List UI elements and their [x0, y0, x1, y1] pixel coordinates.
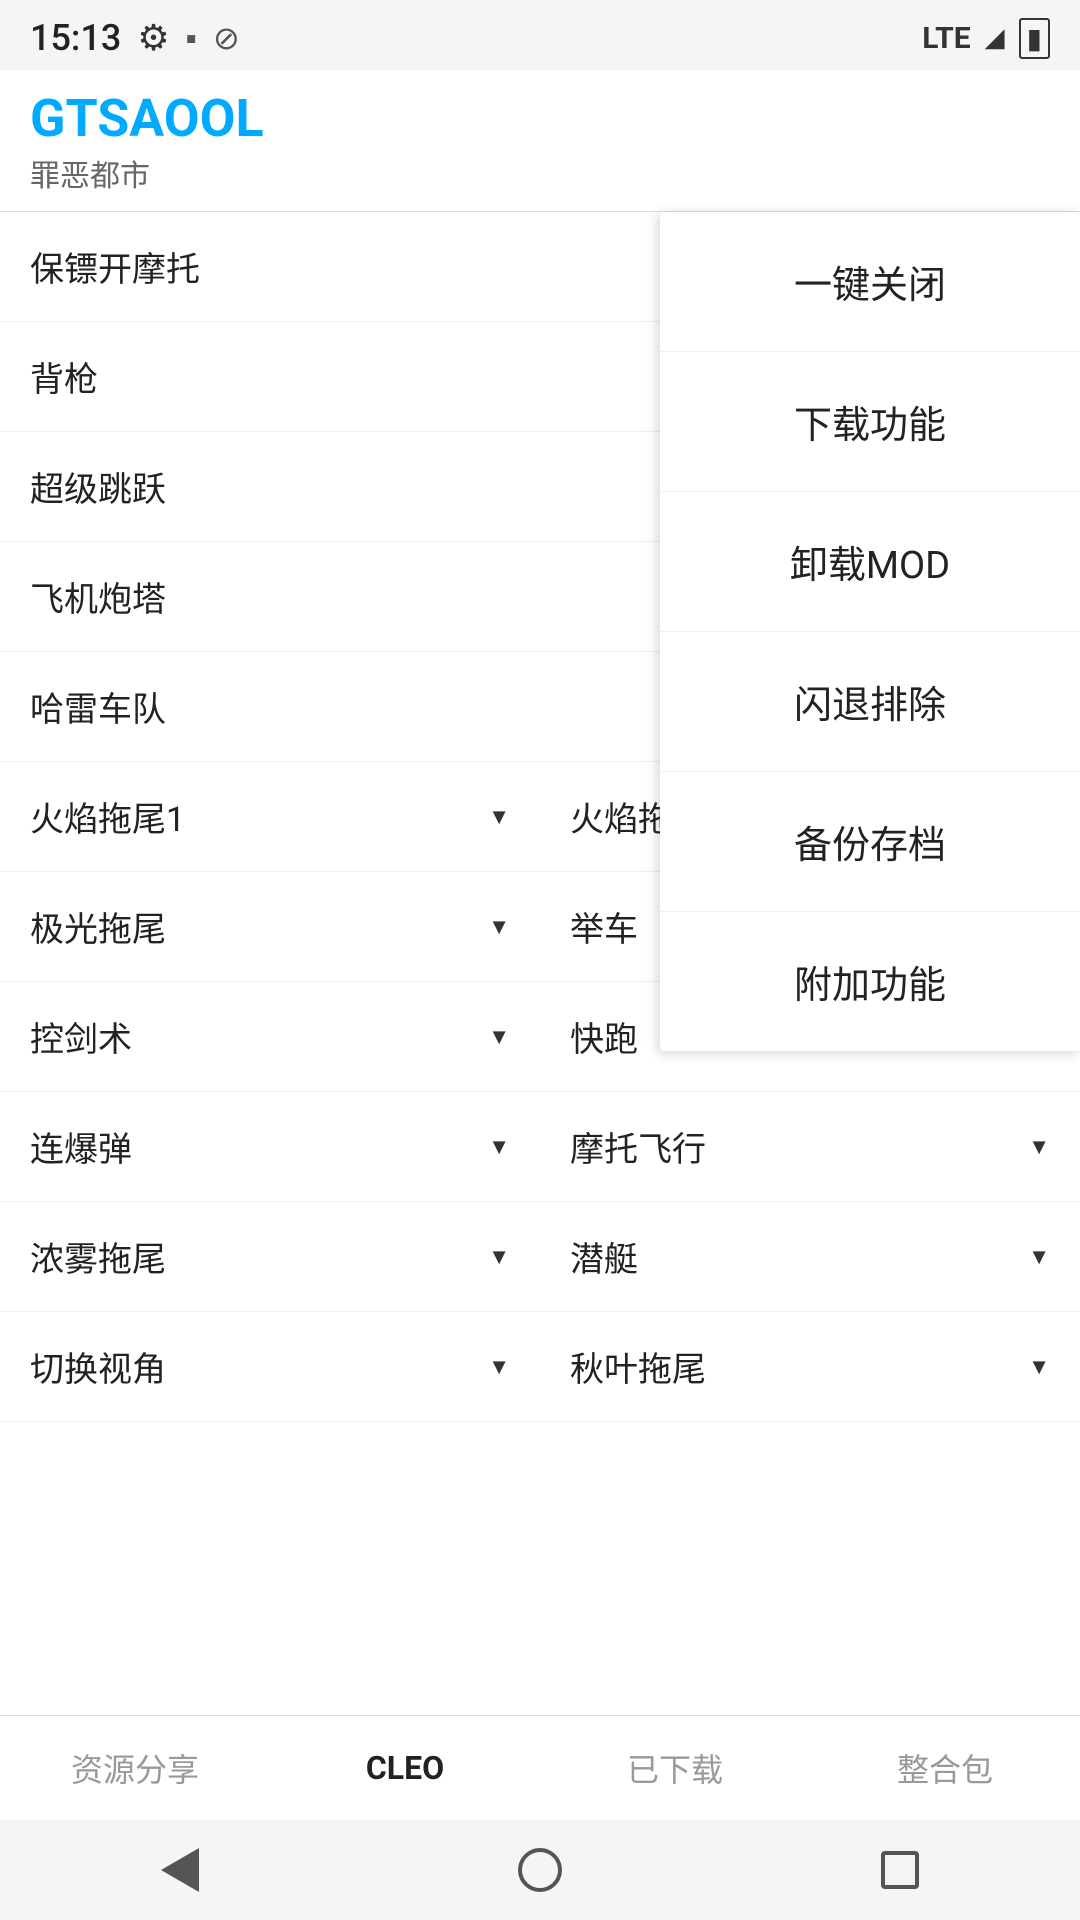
menu-item-extra-feature[interactable]: 附加功能: [660, 912, 1080, 1051]
dropdown-arrow-moto[interactable]: ▼: [1028, 1134, 1050, 1160]
status-bar-left: 15:13 ▪ ⊘: [30, 17, 240, 59]
menu-item-one-click-close[interactable]: 一键关闭: [660, 212, 1080, 352]
feature-col-aurora-trail[interactable]: 极光拖尾 ▼: [0, 872, 540, 981]
tab-resource-share[interactable]: 资源分享: [0, 1716, 270, 1820]
tab-cleo[interactable]: CLEO: [270, 1716, 540, 1820]
app-header: GTSAOOL 罪恶都市: [0, 70, 1080, 212]
gear-icon: [137, 17, 169, 59]
nav-recent-button[interactable]: [865, 1835, 935, 1905]
status-bar: 15:13 ▪ ⊘ LTE ◢ ▮: [0, 0, 1080, 70]
menu-item-backup-save[interactable]: 备份存档: [660, 772, 1080, 912]
nav-home-button[interactable]: [505, 1835, 575, 1905]
nav-recent-icon: [881, 1851, 919, 1889]
dropdown-arrow-autumn[interactable]: ▼: [1028, 1354, 1050, 1380]
feature-row-view-autumn: 切换视角 ▼ 秋叶拖尾 ▼: [0, 1312, 1080, 1422]
dropdown-arrow-aurora[interactable]: ▼: [488, 914, 510, 940]
nav-back-icon: [161, 1848, 199, 1892]
app-title: GTSAOOL: [30, 90, 1050, 147]
dropdown-arrow-fog[interactable]: ▼: [488, 1244, 510, 1270]
main-content: 保镖开摩托 ▼ 背枪 ▼ 超级跳跃 ▼ 飞机炮塔 ▼ 哈雷车队 ▼ 火焰拖尾1 …: [0, 212, 1080, 1422]
dropdown-arrow-view[interactable]: ▼: [488, 1354, 510, 1380]
feature-col-flame-trail-1[interactable]: 火焰拖尾1 ▼: [0, 762, 540, 871]
sim-icon: ▪: [186, 19, 197, 57]
feature-col-switch-view[interactable]: 切换视角 ▼: [0, 1312, 540, 1421]
blocked-icon: ⊘: [213, 19, 240, 57]
dropdown-arrow-sword[interactable]: ▼: [488, 1024, 510, 1050]
battery-icon: ▮: [1019, 18, 1050, 59]
tab-combo-pack[interactable]: 整合包: [810, 1716, 1080, 1820]
dropdown-arrow-sub[interactable]: ▼: [1028, 1244, 1050, 1270]
app-subtitle: 罪恶都市: [30, 151, 1050, 195]
bottom-tab-bar: 资源分享 CLEO 已下载 整合包: [0, 1715, 1080, 1820]
feature-row-bomb-moto: 连爆弹 ▼ 摩托飞行 ▼: [0, 1092, 1080, 1202]
dropdown-arrow-flame-1[interactable]: ▼: [488, 804, 510, 830]
feature-col-fog-trail[interactable]: 浓雾拖尾 ▼: [0, 1202, 540, 1311]
menu-item-flash-exit[interactable]: 闪退排除: [660, 632, 1080, 772]
feature-col-submarine[interactable]: 潜艇 ▼: [540, 1202, 1080, 1311]
menu-item-unload-mod[interactable]: 卸载MOD: [660, 492, 1080, 632]
feature-col-autumn-trail[interactable]: 秋叶拖尾 ▼: [540, 1312, 1080, 1421]
feature-col-sword-control[interactable]: 控剑术 ▼: [0, 982, 540, 1091]
feature-col-moto-fly[interactable]: 摩托飞行 ▼: [540, 1092, 1080, 1201]
nav-back-button[interactable]: [145, 1835, 215, 1905]
menu-item-download-feature[interactable]: 下载功能: [660, 352, 1080, 492]
lte-icon: LTE: [922, 21, 970, 56]
nav-home-icon: [518, 1848, 562, 1892]
dropdown-arrow-bomb[interactable]: ▼: [488, 1134, 510, 1160]
signal-icon: ◢: [985, 23, 1005, 53]
tab-downloaded[interactable]: 已下载: [540, 1716, 810, 1820]
status-time: 15:13: [30, 17, 121, 59]
feature-col-chain-bomb[interactable]: 连爆弹 ▼: [0, 1092, 540, 1201]
dropdown-overlay-menu: 一键关闭 下载功能 卸载MOD 闪退排除 备份存档 附加功能: [660, 212, 1080, 1051]
system-nav-bar: [0, 1820, 1080, 1920]
feature-row-fog-sub: 浓雾拖尾 ▼ 潜艇 ▼: [0, 1202, 1080, 1312]
status-bar-right: LTE ◢ ▮: [922, 18, 1050, 59]
